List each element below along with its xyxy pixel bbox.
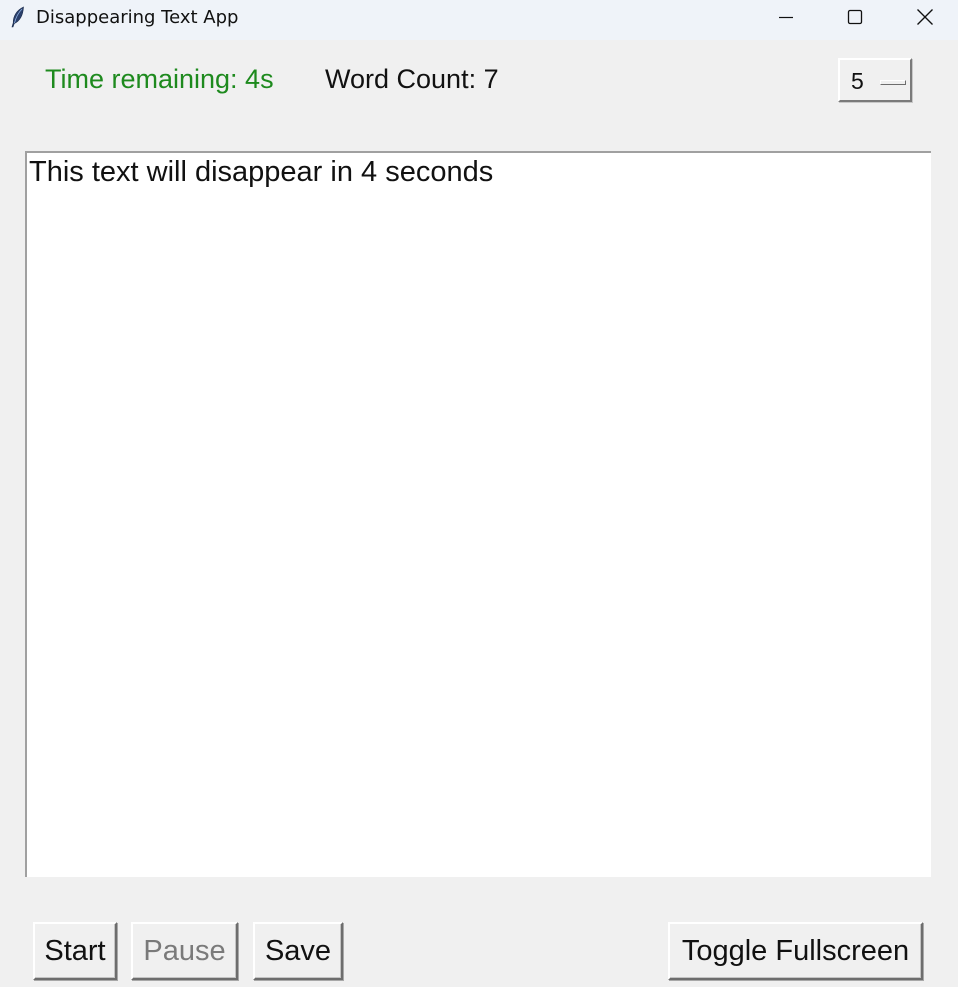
- start-button[interactable]: Start: [33, 922, 117, 980]
- option-menu-indicator-icon: [880, 80, 906, 85]
- window-title: Disappearing Text App: [36, 7, 239, 28]
- pause-button[interactable]: Pause: [131, 922, 238, 980]
- close-icon: [917, 9, 933, 25]
- maximize-icon: [847, 9, 863, 25]
- save-button[interactable]: Save: [253, 922, 343, 980]
- word-count-label: Word Count: 7: [325, 64, 499, 94]
- feather-icon: [11, 6, 24, 28]
- close-button[interactable]: [892, 0, 958, 34]
- minimize-icon: [779, 16, 793, 19]
- time-remaining-label: Time remaining: 4s: [45, 64, 274, 94]
- title-bar[interactable]: Disappearing Text App: [0, 0, 958, 40]
- duration-selected-value: 5: [851, 68, 864, 94]
- minimize-button[interactable]: [753, 0, 819, 34]
- duration-option-menu[interactable]: 5: [838, 58, 912, 102]
- app-window: Disappearing Text App Time remaining: 4s…: [0, 0, 958, 987]
- toggle-fullscreen-button[interactable]: Toggle Fullscreen: [668, 922, 923, 980]
- maximize-button[interactable]: [822, 0, 888, 34]
- text-editor[interactable]: This text will disappear in 4 seconds: [25, 151, 931, 877]
